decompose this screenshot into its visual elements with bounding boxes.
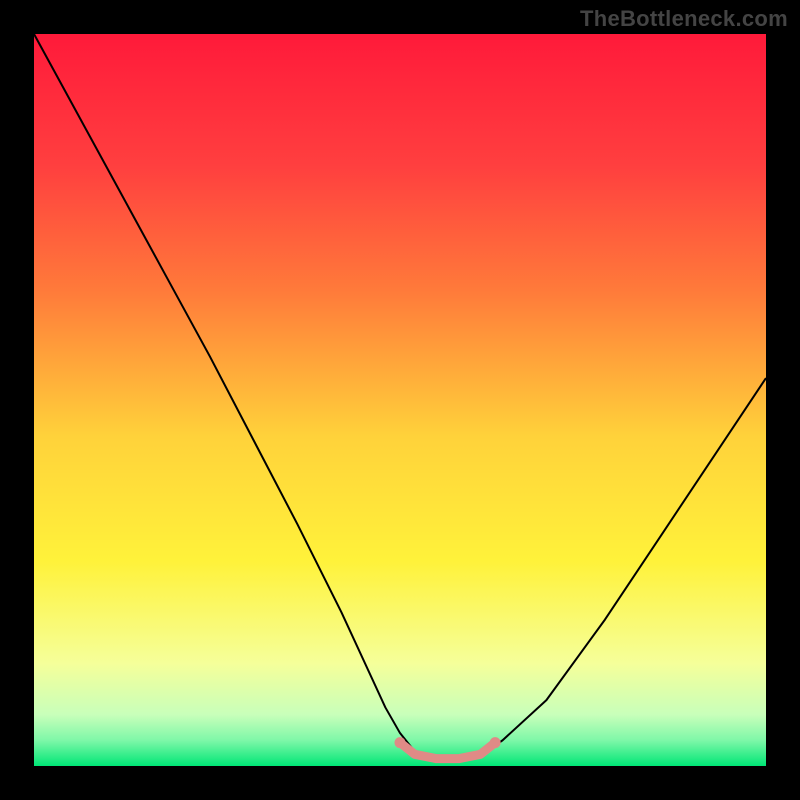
chart-stage: TheBottleneck.com — [0, 0, 800, 800]
plot-area — [34, 34, 766, 766]
optimal-zone-dot — [490, 737, 501, 748]
bottleneck-chart — [0, 0, 800, 800]
optimal-zone-dot — [395, 737, 406, 748]
attribution-text: TheBottleneck.com — [580, 6, 788, 32]
